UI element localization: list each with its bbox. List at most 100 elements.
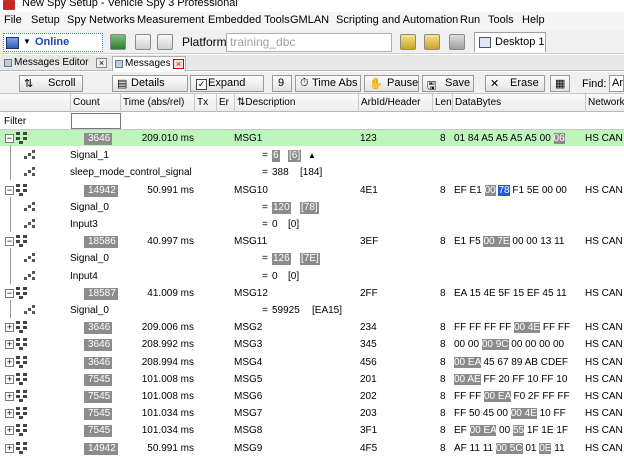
- collapse-icon[interactable]: −: [5, 288, 14, 298]
- menu-embedded-tools[interactable]: Embedded Tools: [208, 14, 290, 26]
- tab-desktop-1[interactable]: Desktop 1: [474, 32, 546, 52]
- menu-measurement[interactable]: Measurement: [137, 14, 204, 26]
- time-cell: 209.010 ms: [141, 133, 194, 144]
- wrench-icon[interactable]: [449, 34, 465, 50]
- database-icon[interactable]: [400, 34, 416, 50]
- databyte-text: 10 FF: [536, 408, 566, 420]
- col-description[interactable]: ⇅Description: [234, 94, 358, 112]
- col-arbid[interactable]: ArbId/Header: [358, 94, 432, 112]
- signal-raw: [7E]: [300, 253, 320, 266]
- find-input[interactable]: Ar: [609, 75, 624, 92]
- col-time[interactable]: Time (abs/rel): [120, 94, 194, 112]
- folder-icon[interactable]: [424, 34, 440, 50]
- view-tab-strip: Messages Editor × Messages ×: [0, 55, 624, 71]
- menu-gmlan[interactable]: GMLAN: [290, 14, 329, 26]
- expand-icon[interactable]: +: [5, 426, 14, 436]
- close-icon[interactable]: ×: [173, 59, 184, 69]
- filter-count-input[interactable]: [71, 113, 121, 129]
- signal-node-icon: [24, 150, 36, 160]
- menu-spy-networks[interactable]: Spy Networks: [67, 14, 135, 26]
- scroll-button[interactable]: ⇅ Scroll: [19, 75, 83, 92]
- dropdown-arrow-icon[interactable]: ▼: [23, 37, 31, 46]
- databyte-text: AF 11 11: [454, 442, 496, 454]
- col-network[interactable]: Network: [585, 94, 624, 112]
- menu-tools[interactable]: Tools: [488, 14, 514, 26]
- signal-row[interactable]: Signal_0 = 120 [78]: [0, 196, 624, 215]
- message-row[interactable]: +7545 101.008 ms MSG5 201 8 00 AE FF 20 FF 10…: [0, 371, 624, 387]
- databyte-highlight: 00 EA: [484, 391, 511, 402]
- expand-icon[interactable]: +: [5, 357, 14, 367]
- count-value: 3646: [84, 339, 113, 352]
- expand-icon[interactable]: +: [5, 392, 14, 401]
- expand-icon[interactable]: +: [5, 409, 14, 419]
- arbid-cell: 456: [360, 356, 377, 368]
- message-row[interactable]: +7545 101.034 ms MSG7 203 8 FF 50 45 00 00 4E…: [0, 405, 624, 421]
- databytes-cell: FF FF FF FF 00 4E FF FF: [454, 322, 570, 334]
- online-icon: [6, 37, 19, 49]
- expand-icon[interactable]: +: [5, 340, 14, 350]
- save-button[interactable]: 🖫 Save: [422, 75, 474, 92]
- col-er[interactable]: Er: [216, 94, 234, 112]
- message-row[interactable]: +3646 208.994 ms MSG4 456 8 00 EA 45 67 89 AB…: [0, 354, 624, 370]
- signal-row[interactable]: Signal_0 = 59925 [EA15]: [0, 300, 624, 318]
- hardware-icon[interactable]: [110, 34, 126, 50]
- pause-button[interactable]: ✋ Pause: [364, 75, 419, 92]
- message-row[interactable]: +7545 101.008 ms MSG6 202 8 FF FF 00 EA F0 2F…: [0, 388, 624, 404]
- pause-label: Pause: [387, 77, 419, 89]
- signal-row[interactable]: Signal_0 = 126 [7E]: [0, 248, 624, 267]
- expand-icon[interactable]: +: [5, 443, 14, 453]
- platform-field[interactable]: training_dbc: [226, 33, 392, 52]
- signal-row[interactable]: Signal_1 = 6 [6] ▲: [0, 145, 624, 164]
- message-row[interactable]: +3646 208.992 ms MSG3 345 8 00 00 00 9C 00 00…: [0, 336, 624, 352]
- signal-row[interactable]: Input3 = 0 [0]: [0, 214, 624, 232]
- message-row[interactable]: +7545 101.034 ms MSG8 3F1 8 EF 00 EA 00 55 1F…: [0, 422, 624, 438]
- message-node-icon: [16, 321, 32, 334]
- count-value: 18587: [84, 287, 118, 300]
- menu-file[interactable]: File: [4, 14, 22, 26]
- app-icon: [3, 0, 15, 10]
- signal-row[interactable]: Input4 = 0 [0]: [0, 265, 624, 284]
- expand-toggle[interactable]: ✓ Expand: [190, 75, 264, 92]
- col-tx[interactable]: Tx: [194, 94, 216, 112]
- col-count[interactable]: Count: [70, 94, 120, 112]
- expand-checkbox[interactable]: ✓: [196, 79, 207, 90]
- databyte-text: F0 2F FF FF: [510, 391, 570, 402]
- menu-help[interactable]: Help: [522, 14, 545, 26]
- menu-run[interactable]: Run: [460, 14, 480, 26]
- menu-scripting[interactable]: Scripting and Automation: [336, 14, 458, 26]
- options-button[interactable]: ▦: [550, 75, 570, 92]
- databyte-highlight: 55: [512, 425, 525, 437]
- signal-value-box: 126: [272, 253, 291, 266]
- message-row[interactable]: +3646 209.006 ms MSG2 234 8 FF FF FF FF 00 4E…: [0, 319, 624, 335]
- collapse-icon[interactable]: −: [5, 134, 14, 143]
- message-row[interactable]: − 18586 40.997 ms MSG11 3EF 8 E1 F5 00 7E 00 0…: [0, 233, 624, 249]
- close-icon[interactable]: ×: [96, 58, 107, 68]
- save-config-icon[interactable]: [135, 34, 151, 50]
- signal-row[interactable]: sleep_mode_control_signal = 388 [184]: [0, 162, 624, 181]
- time-icon: ⏱: [300, 77, 309, 89]
- message-row[interactable]: +14942 50.991 ms MSG9 4F5 8 AF 11 11 00 5C 01…: [0, 440, 624, 456]
- online-selector[interactable]: ▼ Online: [3, 33, 103, 52]
- databyte-text: EF: [454, 425, 470, 437]
- tab-messages-editor[interactable]: Messages Editor ×: [2, 56, 110, 71]
- tab-messages[interactable]: Messages ×: [112, 56, 186, 71]
- expand-icon[interactable]: +: [5, 323, 14, 333]
- collapse-icon[interactable]: −: [5, 185, 14, 195]
- description-cell: MSG8: [234, 425, 263, 437]
- message-row[interactable]: − 3646 209.010 ms MSG1 123 8 01 84 A5 A5 A5 A5…: [0, 130, 624, 146]
- menu-setup[interactable]: Setup: [31, 14, 60, 26]
- nine-button[interactable]: 9: [272, 75, 292, 92]
- collapse-icon[interactable]: −: [5, 237, 14, 247]
- col-databytes[interactable]: DataBytes: [452, 94, 585, 112]
- platform-label: Platform:: [182, 35, 231, 49]
- col-len[interactable]: Len: [432, 94, 452, 112]
- platform-icon[interactable]: [157, 34, 173, 50]
- description-cell: MSG4: [234, 356, 263, 368]
- time-abs-button[interactable]: ⏱ Time Abs: [295, 75, 361, 92]
- message-row[interactable]: − 18587 41.009 ms MSG12 2FF 8 EA 15 4E 5F 15 E…: [0, 285, 624, 301]
- details-button[interactable]: ▤ Details: [112, 75, 188, 92]
- databyte-text: 00: [496, 425, 513, 437]
- erase-button[interactable]: ✕ Erase: [485, 75, 545, 92]
- message-row[interactable]: − 14942 50.991 ms MSG10 4E1 8 EF E1 00 78 F1 5…: [0, 182, 624, 198]
- expand-icon[interactable]: +: [5, 374, 14, 384]
